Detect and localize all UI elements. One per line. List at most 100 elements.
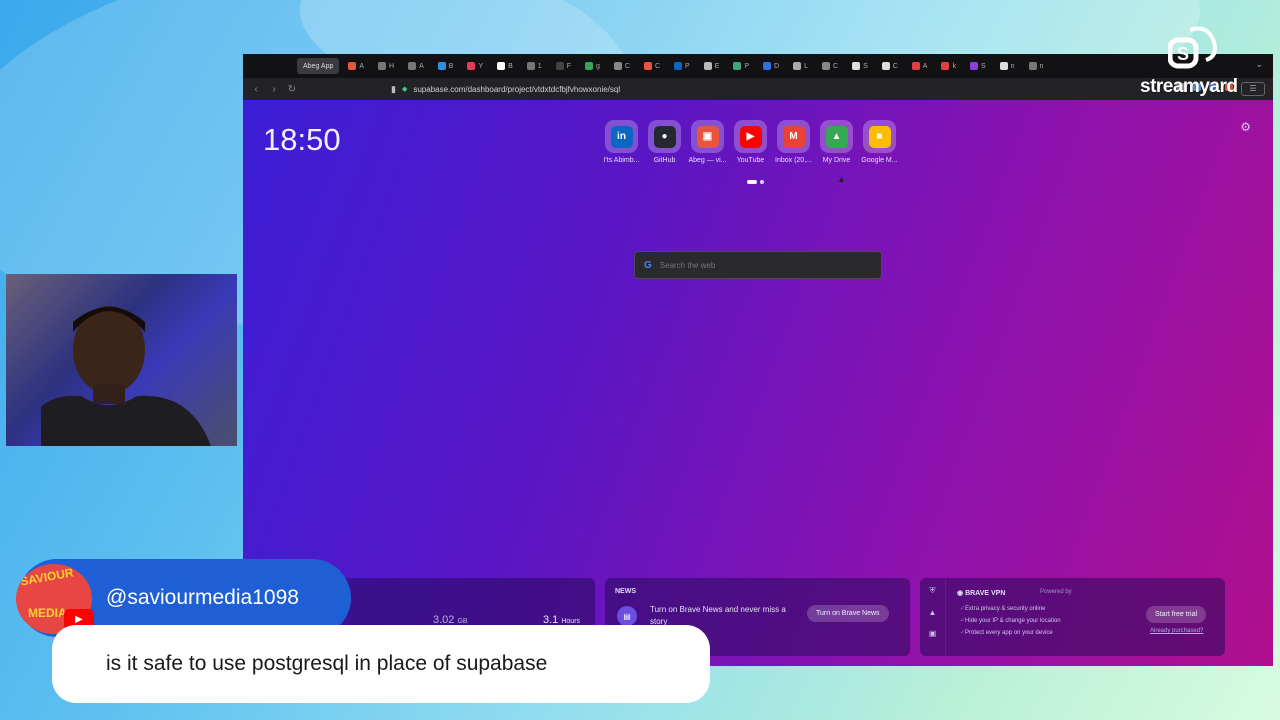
shortcut-icon-frame[interactable]: ●: [648, 120, 681, 153]
start-free-trial-button[interactable]: Start free trial: [1146, 606, 1207, 623]
news-icon: ▤: [617, 606, 637, 626]
shortcut-icon-frame[interactable]: in: [605, 120, 638, 153]
stat-unit: Hours: [561, 618, 581, 625]
browser-tab[interactable]: Y: [462, 58, 488, 74]
browser-tab[interactable]: g: [580, 58, 605, 74]
shortcut-tile[interactable]: M Inbox (20,...: [775, 120, 812, 164]
vpn-widget: ⛨ ▲ ▣ ◉ BRAVE VPN Powered by Extra priva…: [920, 578, 1225, 656]
page-dots: [747, 180, 764, 184]
browser-tab[interactable]: A: [403, 58, 429, 74]
page-dot-active[interactable]: [747, 180, 757, 184]
browser-tab[interactable]: n: [1024, 58, 1049, 74]
browser-tab[interactable]: P: [669, 58, 695, 74]
reload-icon[interactable]: ↻: [283, 84, 301, 95]
tab-label: B: [508, 62, 513, 70]
shortcut-icon-frame[interactable]: M: [777, 120, 810, 153]
tab-label: n: [1039, 62, 1044, 70]
browser-tab[interactable]: C: [817, 58, 843, 74]
shortcut-tile[interactable]: in I'ts Abimb...: [603, 120, 640, 164]
shortcut-icon-frame[interactable]: ■: [863, 120, 896, 153]
browser-tab[interactable]: k: [936, 58, 961, 74]
clock: 18:50: [263, 122, 341, 157]
browser-tab[interactable]: E: [699, 58, 725, 74]
browser-tab[interactable]: 1: [522, 58, 547, 74]
tab-label: P: [744, 62, 750, 70]
new-tab-page: 18:50 ⚙ in I'ts Abimb... ● GitHub ▣ Abeg — vi…: [243, 100, 1273, 666]
tab-label: g: [595, 62, 600, 70]
tab-label: Abeg App: [303, 62, 334, 70]
turn-on-news-button[interactable]: Turn on Brave News: [807, 605, 889, 622]
tab-favicon-icon: [941, 62, 950, 70]
tab-favicon-icon: [526, 62, 535, 70]
news-heading: NEWS: [615, 588, 636, 595]
streamyard-logo-icon: S: [1168, 26, 1217, 69]
video-icon[interactable]: ▣: [929, 629, 937, 638]
shortcut-label: GitHub: [653, 157, 676, 164]
tab-label: S: [863, 62, 868, 70]
warning-icon[interactable]: ▲: [929, 608, 937, 617]
shortcut-tile[interactable]: ▲ My Drive: [820, 120, 853, 164]
abeg-icon: ▣: [696, 125, 719, 148]
browser-tab[interactable]: A: [907, 58, 933, 74]
shortcut-tile[interactable]: ■ Google M...: [861, 120, 898, 164]
back-icon[interactable]: ‹: [247, 84, 265, 95]
browser-window: Abeg App AHABYB1FgCCPEPDLCSCAkSnn ⌄ ‹ › …: [243, 54, 1273, 666]
bookmark-icon[interactable]: ▮: [391, 84, 396, 95]
page-dot[interactable]: [760, 180, 764, 184]
drive-icon: ▲: [825, 125, 848, 148]
browser-tab[interactable]: S: [965, 58, 991, 74]
browser-tab[interactable]: D: [758, 58, 784, 74]
tab-abeg-app[interactable]: Abeg App: [297, 58, 340, 74]
vpn-powered-by: Powered by: [1040, 589, 1072, 595]
tab-label: C: [654, 62, 661, 70]
mouse-cursor-icon: ▲: [837, 174, 846, 184]
widget-sidebar: ⛨ ▲ ▣: [920, 578, 946, 656]
streamyard-wordmark: streamyard: [1140, 76, 1238, 97]
browser-tab[interactable]: C: [639, 58, 665, 74]
shortcut-tile[interactable]: ● GitHub: [648, 120, 681, 164]
shortcut-tile[interactable]: ▶ YouTube: [734, 120, 767, 164]
search-box[interactable]: G Search the web: [634, 251, 882, 279]
browser-tab[interactable]: L: [788, 58, 813, 74]
comment-banner: is it safe to use postgresql in place of…: [52, 625, 710, 703]
tab-favicon-icon: [674, 62, 683, 70]
already-purchased-link[interactable]: Already purchased?: [1150, 628, 1203, 634]
shortcut-icon-frame[interactable]: ▶: [734, 120, 767, 153]
shortcut-label: Inbox (20,...: [775, 157, 812, 164]
shortcut-label: I'ts Abimb...: [603, 157, 640, 164]
commenter-handle: @saviourmedia1098: [106, 586, 299, 609]
tab-label: L: [804, 62, 808, 70]
google-meet-icon: ■: [868, 125, 891, 148]
browser-tab[interactable]: B: [433, 58, 459, 74]
browser-tab[interactable]: H: [373, 58, 399, 74]
shortcut-label: My Drive: [822, 157, 851, 164]
url-field[interactable]: ▮ ◆ supabase.com/dashboard/project/vtdxt…: [391, 82, 951, 96]
shortcut-icon-frame[interactable]: ▲: [820, 120, 853, 153]
gmail-icon: M: [782, 125, 805, 148]
tab-label: A: [419, 62, 424, 70]
gear-icon[interactable]: ⚙: [1240, 120, 1251, 134]
svg-text:S: S: [1177, 44, 1189, 64]
browser-tab[interactable]: n: [995, 58, 1020, 74]
tab-label: F: [566, 62, 571, 70]
shortcut-tile[interactable]: ▣ Abeg — vi...: [688, 120, 727, 164]
browser-tab[interactable]: P: [728, 58, 754, 74]
browser-tab[interactable]: F: [551, 58, 576, 74]
vpn-title-text: BRAVE VPN: [965, 590, 1006, 597]
tab-favicon-icon: [822, 62, 830, 70]
webcam-feed: [6, 274, 237, 446]
forward-icon[interactable]: ›: [265, 84, 283, 95]
browser-tab[interactable]: C: [877, 58, 903, 74]
tab-label: H: [389, 62, 395, 70]
tab-label: 1: [537, 62, 542, 70]
browser-tab[interactable]: A: [343, 58, 369, 74]
browser-tab[interactable]: C: [609, 58, 635, 74]
google-icon: G: [644, 259, 652, 271]
tab-bar: Abeg App AHABYB1FgCCPEPDLCSCAkSnn ⌄: [243, 54, 1273, 78]
shield-icon[interactable]: ⛨: [930, 586, 936, 596]
browser-tab[interactable]: B: [492, 58, 518, 74]
shortcut-icon-frame[interactable]: ▣: [691, 120, 724, 153]
comment-text: is it safe to use postgresql in place of…: [106, 652, 548, 675]
browser-tab[interactable]: S: [847, 58, 873, 74]
tab-favicon-icon: [703, 62, 712, 70]
